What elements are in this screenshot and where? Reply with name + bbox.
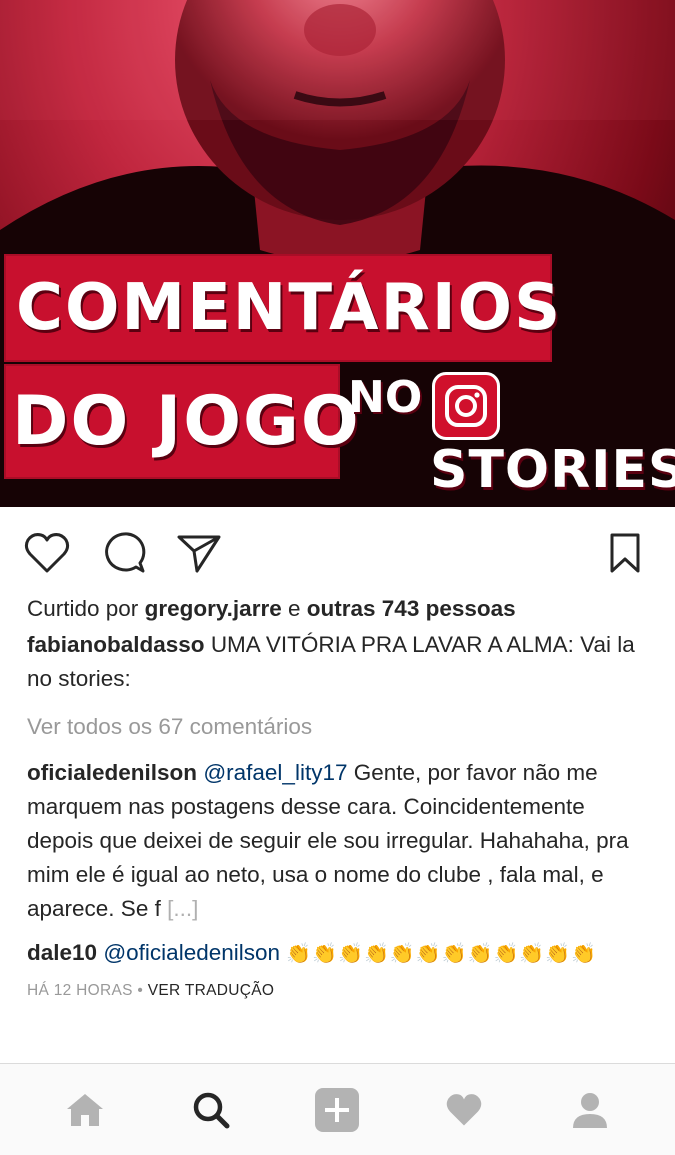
plus-square-icon [315,1087,360,1132]
like-button[interactable] [22,528,72,578]
comment-item: dale10 @oficialedenilson 👏👏👏👏👏👏👏👏👏👏👏👏 [27,936,657,971]
heart-outline-icon [24,533,70,573]
likes-line: Curtido por gregory.jarre e outras 743 p… [27,592,657,626]
image-title-line1: COMENTÁRIOS [16,271,563,345]
paper-plane-icon [177,535,221,573]
heart-filled-icon [446,1093,481,1126]
likes-connector: e [288,596,301,621]
likes-others-link[interactable]: outras 743 pessoas [307,596,516,621]
bottom-navigation [0,1063,675,1155]
view-all-comments-link[interactable]: Ver todos os 67 comentários [27,710,657,744]
nav-profile-button[interactable] [555,1075,625,1145]
save-button[interactable] [600,528,650,578]
post-details: Curtido por gregory.jarre e outras 743 p… [27,592,657,1003]
nav-add-button[interactable] [302,1075,372,1145]
instagram-logo-icon [432,372,500,440]
post-meta: HÁ 12 HORAS • VER TRADUÇÃO [27,979,657,1003]
comment-button[interactable] [99,528,149,578]
title-band-2: DO JOGO [4,364,359,479]
post-caption: fabianobaldasso UMA VITÓRIA PRA LAVAR A … [27,628,657,696]
meta-separator: • [137,982,144,999]
title-band-1: COMENTÁRIOS [4,254,560,362]
search-icon [194,1092,230,1128]
image-title-no: NO [348,372,423,423]
image-title-line2: DO JOGO [12,382,361,461]
image-title-stories: STORIES [430,440,675,500]
share-button[interactable] [174,528,224,578]
comment-item: oficialedenilson @rafael_lity17 Gente, p… [27,756,657,926]
comment-mention[interactable]: @oficialedenilson [103,940,280,965]
bookmark-icon [610,533,640,573]
nav-home-button[interactable] [50,1075,120,1145]
nav-activity-button[interactable] [429,1075,499,1145]
profile-icon [572,1092,607,1128]
home-icon [67,1093,104,1126]
post-actions-bar [0,520,675,580]
comment-mention[interactable]: @rafael_lity17 [203,760,347,785]
comment-username[interactable]: dale10 [27,940,97,965]
likes-prefix: Curtido por [27,596,139,621]
nav-search-button[interactable] [176,1075,246,1145]
comment-username[interactable]: oficialedenilson [27,760,197,785]
speech-bubble-icon [105,532,146,573]
caption-username[interactable]: fabianobaldasso [27,632,205,657]
post-image[interactable]: COMENTÁRIOS DO JOGO NO STORIES [0,0,675,507]
comment-more-link[interactable]: [...] [167,896,198,921]
liker-username[interactable]: gregory.jarre [145,596,282,621]
see-translation-link[interactable]: VER TRADUÇÃO [148,982,274,999]
post-timestamp: HÁ 12 HORAS [27,982,133,999]
clapping-hands-emoji: 👏👏👏👏👏👏👏👏👏👏👏👏 [286,943,598,965]
